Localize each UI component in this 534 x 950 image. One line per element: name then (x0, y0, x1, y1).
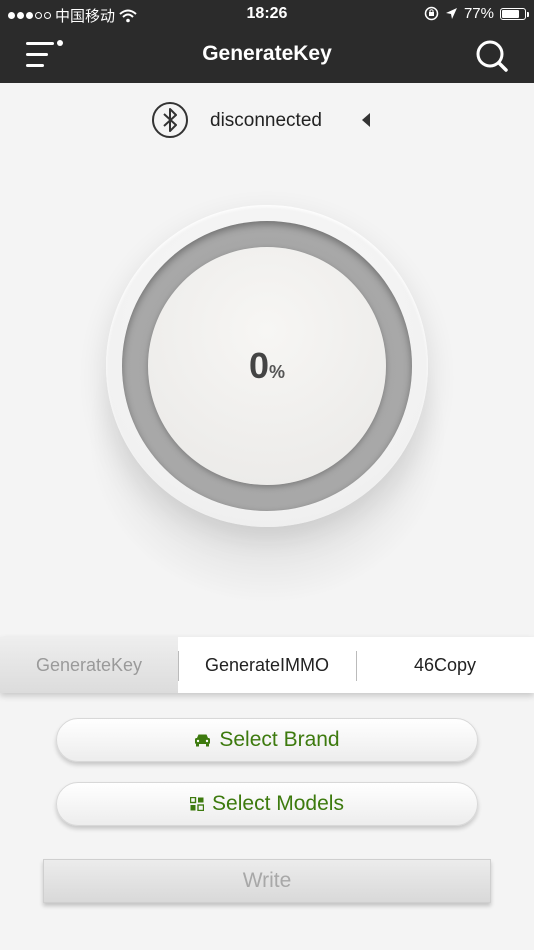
battery-percent: 77% (463, 5, 494, 22)
status-right: 77% (424, 5, 529, 22)
grid-icon (190, 797, 205, 811)
page-title: GenerateKey (202, 42, 332, 65)
orientation-lock-icon (424, 6, 439, 21)
car-icon (195, 734, 211, 747)
search-icon (476, 40, 508, 72)
mode-tabs: GenerateKey GenerateIMMO 46Copy (0, 637, 534, 693)
connection-row[interactable]: disconnected (0, 100, 534, 142)
select-brand-label: Select Brand (219, 728, 340, 751)
status-bar: 中国移动 18:26 77% (0, 0, 534, 28)
tab-generatekey[interactable]: GenerateKey (0, 637, 178, 693)
tab-46copy[interactable]: 46Copy (356, 637, 534, 693)
progress-gauge: 0% (86, 205, 448, 605)
select-models-label: Select Models (212, 792, 344, 815)
connection-status: disconnected (210, 110, 322, 131)
search-button[interactable] (474, 38, 510, 74)
battery-fill (502, 9, 519, 18)
gauge-number: 0 (248, 345, 269, 386)
tab-generateimmo[interactable]: GenerateIMMO (178, 637, 356, 693)
gauge-unit: % (269, 362, 286, 382)
select-models-button[interactable]: Select Models (56, 782, 478, 826)
select-brand-button[interactable]: Select Brand (56, 718, 478, 762)
bluetooth-icon (152, 102, 188, 138)
write-button[interactable]: Write (43, 859, 491, 903)
gauge-value: 0% (106, 345, 428, 387)
location-arrow-icon (445, 8, 457, 19)
navigation-bar: GenerateKey (0, 28, 534, 83)
battery-icon (500, 7, 529, 20)
caret-left-icon[interactable] (362, 113, 370, 127)
